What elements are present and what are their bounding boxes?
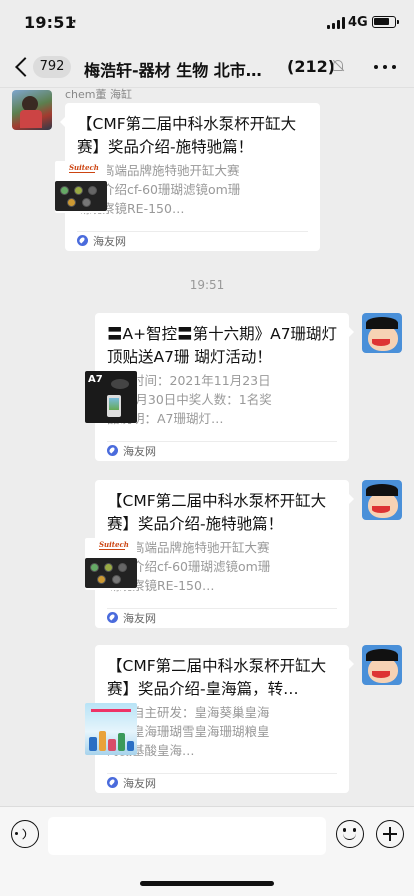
unread-count-badge[interactable]: 792 bbox=[33, 56, 71, 78]
card-divider bbox=[107, 608, 337, 609]
card-source: 海友网 bbox=[77, 234, 126, 250]
brand-logo: Suitech bbox=[69, 163, 99, 172]
source-label: 海友网 bbox=[123, 777, 156, 790]
card-source: 海友网 bbox=[107, 776, 156, 792]
plus-icon[interactable] bbox=[376, 820, 404, 848]
card-source: 海友网 bbox=[107, 444, 156, 460]
card-divider bbox=[107, 441, 337, 442]
sender-avatar[interactable] bbox=[12, 90, 52, 130]
card-thumbnail: Suitech bbox=[55, 161, 107, 213]
battery-icon bbox=[372, 16, 399, 28]
back-arrow-icon[interactable] bbox=[14, 55, 30, 79]
source-app-icon bbox=[107, 445, 118, 456]
voice-icon[interactable] bbox=[11, 820, 39, 848]
brand-logo: Suitech bbox=[99, 540, 129, 549]
cellular-signal-icon bbox=[327, 17, 345, 29]
home-indicator[interactable] bbox=[140, 881, 274, 886]
card-title: 【CMF第二届中科水泵杯开缸大赛】奖品介绍-施特驰篇！ bbox=[77, 115, 297, 156]
link-card[interactable]: 【CMF第二届中科水泵杯开缸大赛】奖品介绍-施特驰篇！ 国产高端品牌施特驰开缸大… bbox=[85, 480, 354, 628]
network-type: 4G bbox=[348, 15, 368, 30]
card-thumbnail: Suitech bbox=[85, 538, 137, 590]
card-title: 【CMF第二届中科水泵杯开缸大赛】奖品介绍-皇海篇，转… bbox=[107, 657, 327, 698]
my-avatar[interactable] bbox=[362, 645, 402, 685]
source-label: 海友网 bbox=[123, 612, 156, 625]
link-card[interactable]: 【CMF第二届中科水泵杯开缸大赛】奖品介绍-皇海篇，转… 皇海自主研发：皇海葵巢… bbox=[85, 645, 354, 793]
more-dots-icon[interactable] bbox=[374, 65, 396, 71]
source-label: 海友网 bbox=[123, 445, 156, 458]
location-arrow-icon: ➚ bbox=[68, 16, 78, 29]
mute-bell-icon bbox=[332, 59, 345, 73]
card-thumbnail: A7 bbox=[85, 371, 137, 423]
card-title: 〓A+智控〓第十六期》A7珊瑚灯顶贴送A7珊 瑚灯活动！ bbox=[107, 325, 338, 366]
source-app-icon bbox=[107, 612, 118, 623]
source-label: 海友网 bbox=[93, 235, 126, 248]
link-card[interactable]: 〓A+智控〓第十六期》A7珊瑚灯顶贴送A7珊 瑚灯活动！ 活动时间：2021年1… bbox=[85, 313, 354, 461]
card-divider bbox=[77, 231, 308, 232]
chat-header: 792 梅浩轩-器材 生物 北市… (212) bbox=[0, 48, 414, 88]
my-avatar[interactable] bbox=[362, 313, 402, 353]
source-app-icon bbox=[107, 777, 118, 788]
card-title: 【CMF第二届中科水泵杯开缸大赛】奖品介绍-施特驰篇！ bbox=[107, 492, 327, 533]
source-app-icon bbox=[77, 235, 88, 246]
card-divider bbox=[107, 773, 337, 774]
my-avatar[interactable] bbox=[362, 480, 402, 520]
card-source: 海友网 bbox=[107, 611, 156, 627]
sender-name: chem董 海缸 bbox=[65, 88, 132, 101]
message-timestamp: 19:51 bbox=[189, 278, 225, 292]
card-thumbnail bbox=[85, 703, 137, 755]
link-card[interactable]: 【CMF第二届中科水泵杯开缸大赛】奖品介绍-施特驰篇！ 国产高端品牌施特驰开缸大… bbox=[55, 103, 320, 251]
member-count[interactable]: (212) bbox=[287, 57, 335, 76]
thumb-label: A7 bbox=[88, 374, 103, 385]
message-input[interactable] bbox=[48, 817, 326, 855]
status-bar: 19:51 ➚ 4G bbox=[0, 0, 414, 48]
emoji-icon[interactable] bbox=[336, 820, 364, 848]
